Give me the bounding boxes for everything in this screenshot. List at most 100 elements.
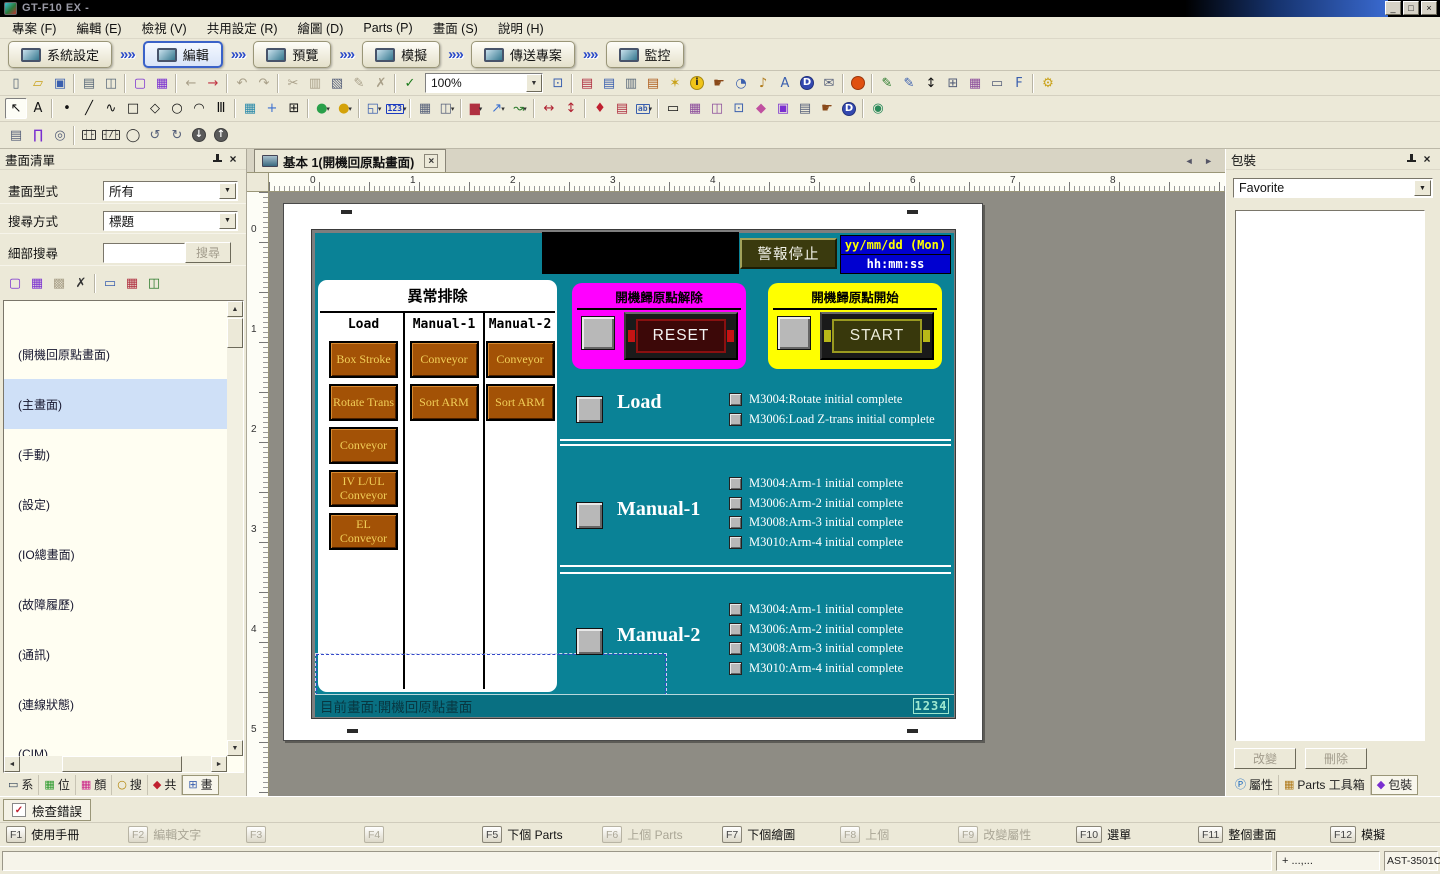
scroll-up-icon[interactable]: ▲ — [227, 301, 243, 317]
fkey-F4[interactable]: F4 — [364, 826, 389, 843]
menu-screen[interactable]: 畫面 (S) — [423, 15, 488, 40]
hmi-indicator-lamp[interactable] — [729, 477, 742, 490]
clock-display-button[interactable]: ◔ — [730, 73, 752, 94]
abnormal-button[interactable]: IV L/UL Conveyor — [329, 470, 398, 507]
open-folder-button[interactable]: ▱ — [27, 73, 49, 94]
screen-type-dropdown[interactable]: 所有 ▼ — [103, 181, 238, 201]
chevron-down-icon[interactable]: ▾ — [378, 105, 382, 113]
scroll-left-icon[interactable]: ◄ — [4, 756, 20, 772]
list-part-button[interactable]: ▤ — [794, 98, 816, 119]
workflow-system-settings-button[interactable]: 系統設定 — [8, 41, 112, 68]
comment-part-button[interactable]: ab▾ — [633, 98, 655, 119]
maximize-button[interactable]: □ — [1403, 1, 1419, 15]
film-list-button[interactable]: ▦ — [964, 73, 986, 94]
script-editor-button[interactable]: ✎ — [898, 73, 920, 94]
panel-close-icon[interactable]: × — [225, 152, 241, 167]
screen-list-item[interactable]: (設定) — [4, 479, 227, 529]
abnormal-button[interactable]: Sort ARM — [410, 384, 479, 421]
ds-part-button[interactable]: D — [838, 98, 860, 119]
alarm-stop-button[interactable]: 警報停止 — [740, 238, 837, 269]
fkey-F2[interactable]: F2編輯文字 — [128, 826, 201, 843]
switch-part-button[interactable]: ●▾ — [312, 98, 334, 119]
polyline-tool-button[interactable]: ∿ — [100, 98, 122, 119]
frame-part-button[interactable]: ▣ — [772, 98, 794, 119]
chevron-down-icon[interactable]: ▾ — [451, 105, 455, 113]
screen-list-item[interactable]: (通訊) — [4, 629, 227, 679]
chevron-down-icon[interactable]: ▾ — [501, 105, 505, 113]
touch-operation-button[interactable]: ☛ — [708, 73, 730, 94]
pin-parts-button[interactable]: ↕ — [920, 73, 942, 94]
reset-button[interactable]: RESET — [624, 312, 738, 360]
fkey-F10[interactable]: F10選單 — [1076, 826, 1131, 843]
language-button[interactable]: A — [774, 73, 796, 94]
workflow-preview-button[interactable]: 預覽 — [253, 41, 331, 68]
hmi-indicator-lamp[interactable] — [729, 642, 742, 655]
screen-list-item[interactable]: (CIM) — [4, 729, 227, 756]
favorite-dropdown[interactable]: Favorite ▼ — [1233, 178, 1433, 198]
start-lamp[interactable] — [777, 316, 811, 350]
release-lamp[interactable] — [581, 316, 615, 350]
left-tab-1[interactable]: ▦位 — [39, 775, 75, 795]
numeric-display-part-button[interactable]: 123▾ — [385, 98, 407, 119]
hmi-indicator-lamp[interactable] — [729, 536, 742, 549]
contact-b-button[interactable]: ┤/├ — [100, 125, 122, 146]
hmi-screen-frame[interactable]: 警報停止 yy/mm/dd (Mon) hh:mm:ss 異常排除 LoadBo… — [311, 229, 956, 719]
hand-cursor-part-button[interactable]: ☛ — [816, 98, 838, 119]
arc-tool-button[interactable]: ◠ — [188, 98, 210, 119]
report-button[interactable]: ▤ — [642, 73, 664, 94]
paste-button[interactable]: ▧ — [326, 73, 348, 94]
error-check-tab[interactable]: ✓ 檢查錯誤 — [3, 799, 91, 821]
recipe-part-button[interactable]: ▤ — [611, 98, 633, 119]
chevron-down-icon[interactable]: ▾ — [649, 105, 653, 113]
left-tab-2[interactable]: ▦顏 — [76, 775, 112, 795]
workflow-edit-button[interactable]: 編輯 — [143, 41, 223, 68]
menu-project[interactable]: 專案 (F) — [2, 15, 66, 40]
change-button[interactable]: 改變 — [1234, 748, 1296, 769]
abnormal-button[interactable]: Conveyor — [329, 427, 398, 464]
coil-button[interactable]: ◯ — [122, 125, 144, 146]
check-all-button[interactable]: ✓ — [399, 73, 421, 94]
screen-gate-button[interactable]: ∏ — [27, 125, 49, 146]
text-tool-button[interactable]: A — [27, 98, 49, 119]
security-key-button[interactable]: ✶ — [664, 73, 686, 94]
chevron-down-icon[interactable]: ▾ — [403, 105, 407, 113]
screen-property-button[interactable]: ▦ — [121, 273, 143, 294]
scrollbar-thumb[interactable] — [227, 318, 243, 348]
hmi-indicator-lamp[interactable] — [729, 603, 742, 616]
lamp-part-button[interactable]: ●▾ — [334, 98, 356, 119]
horizontal-scrollbar[interactable]: ◄ ► — [4, 756, 227, 772]
screen-list-item[interactable]: (開機回原點畫面) — [4, 329, 227, 379]
font-window-button[interactable]: F — [1008, 73, 1030, 94]
screen-hierarchy-button[interactable]: ◫ — [143, 273, 165, 294]
circle-tool-button[interactable]: ○ — [166, 98, 188, 119]
table-editor-button[interactable]: ⊞ — [942, 73, 964, 94]
new-file-button[interactable]: ▯ — [5, 73, 27, 94]
scrollbar-thumb[interactable] — [62, 756, 182, 772]
minimize-button[interactable]: _ — [1385, 1, 1401, 15]
search-button[interactable]: 搜尋 — [185, 242, 231, 263]
delete-button[interactable]: 刪除 — [1305, 748, 1367, 769]
fkey-F11[interactable]: F11整個畫面 — [1198, 826, 1276, 843]
line-tool-button[interactable]: ╱ — [78, 98, 100, 119]
chevron-down-icon[interactable]: ▾ — [523, 105, 527, 113]
line-graph-part-button[interactable]: ↗▾ — [487, 98, 509, 119]
hmi-section-lamp[interactable] — [576, 396, 603, 423]
flow-arrow-h-button[interactable]: ↔ — [538, 98, 560, 119]
save-button[interactable]: ▣ — [49, 73, 71, 94]
fkey-F9[interactable]: F9改變屬性 — [958, 826, 1031, 843]
new-screen-button[interactable]: ▢ — [4, 273, 26, 294]
copy-screen-button[interactable]: ▦ — [151, 73, 173, 94]
zoom-combobox[interactable]: 100%▼ — [425, 73, 543, 93]
hmi-indicator-lamp[interactable] — [729, 662, 742, 675]
pin-icon[interactable] — [209, 152, 225, 167]
screen-list-item[interactable]: (連線狀態) — [4, 679, 227, 729]
chevron-down-icon[interactable]: ▼ — [219, 183, 236, 199]
hmi-indicator-lamp[interactable] — [729, 497, 742, 510]
fkey-F6[interactable]: F6上個 Parts — [602, 826, 683, 843]
fall-contact-button[interactable]: ↻ — [166, 125, 188, 146]
trend-graph-part-button[interactable]: ↝▾ — [509, 98, 531, 119]
polygon-tool-button[interactable]: ◇ — [144, 98, 166, 119]
contact-a-button[interactable]: ┤├ — [78, 125, 100, 146]
chevron-down-icon[interactable]: ▾ — [479, 105, 483, 113]
menu-help[interactable]: 說明 (H) — [488, 15, 554, 40]
